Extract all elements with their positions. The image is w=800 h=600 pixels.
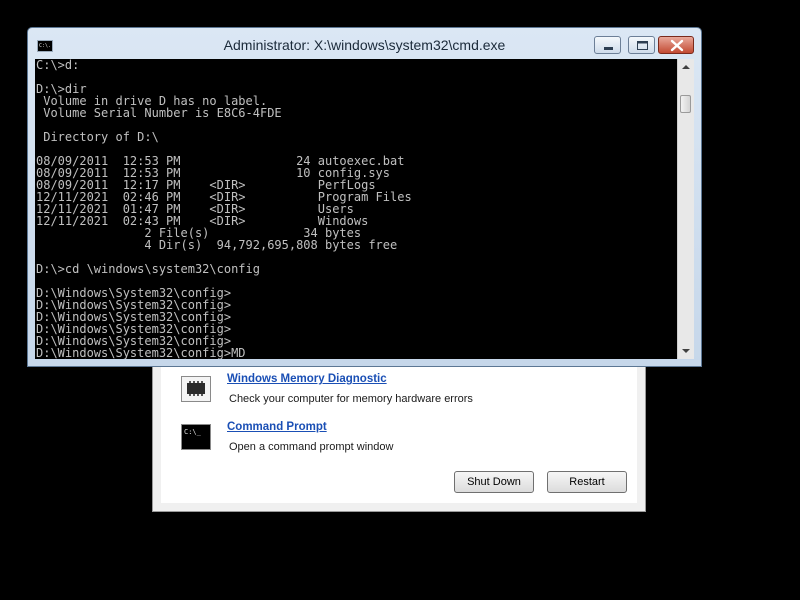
memory-diagnostic-link[interactable]: Windows Memory Diagnostic (227, 373, 387, 385)
close-icon (670, 39, 684, 52)
minimize-icon (604, 47, 613, 50)
recovery-options-panel: Windows Memory Diagnostic Check your com… (152, 352, 646, 512)
maximize-icon (637, 41, 648, 50)
command-prompt-link[interactable]: Command Prompt (227, 421, 327, 433)
console-line: D:\Windows\System32\config>MD (36, 346, 246, 359)
desktop: Windows Memory Diagnostic Check your com… (0, 0, 800, 600)
memory-chip-icon (181, 376, 211, 402)
minimize-button[interactable] (594, 36, 621, 54)
scroll-thumb[interactable] (680, 95, 691, 113)
console-line: Volume Serial Number is E8C6-4FDE (36, 106, 282, 120)
memory-diagnostic-description: Check your computer for memory hardware … (229, 393, 473, 405)
command-prompt-window[interactable]: C:\. Administrator: X:\windows\system32\… (27, 27, 702, 367)
scroll-down-arrow-icon[interactable] (678, 343, 694, 359)
command-prompt-icon-label: C:\_ (184, 428, 201, 436)
recovery-options-list: Windows Memory Diagnostic Check your com… (161, 353, 637, 503)
option-command-prompt[interactable]: C:\_ Command Prompt Open a command promp… (161, 417, 637, 461)
scroll-up-arrow-icon[interactable] (678, 59, 694, 75)
console-line: 4 Dir(s) 94,792,695,808 bytes free (36, 238, 398, 252)
option-memory-diagnostic[interactable]: Windows Memory Diagnostic Check your com… (161, 369, 637, 413)
console-output[interactable]: C:\>d: D:\>dir Volume in drive D has no l… (35, 59, 677, 359)
console-line: D:\>cd \windows\system32\config (36, 262, 260, 276)
restart-button[interactable]: Restart (547, 471, 627, 493)
command-prompt-icon: C:\_ (181, 424, 211, 450)
command-prompt-description: Open a command prompt window (229, 441, 394, 453)
maximize-button[interactable] (628, 36, 655, 54)
shut-down-button[interactable]: Shut Down (454, 471, 534, 493)
vertical-scrollbar[interactable] (677, 59, 694, 359)
console-line: C:\>d: (36, 59, 80, 72)
close-button[interactable] (658, 36, 694, 54)
console-line: Directory of D:\ (36, 130, 159, 144)
title-bar[interactable]: C:\. Administrator: X:\windows\system32\… (28, 28, 701, 60)
console-text: C:\>d: D:\>dir Volume in drive D has no l… (35, 59, 677, 359)
